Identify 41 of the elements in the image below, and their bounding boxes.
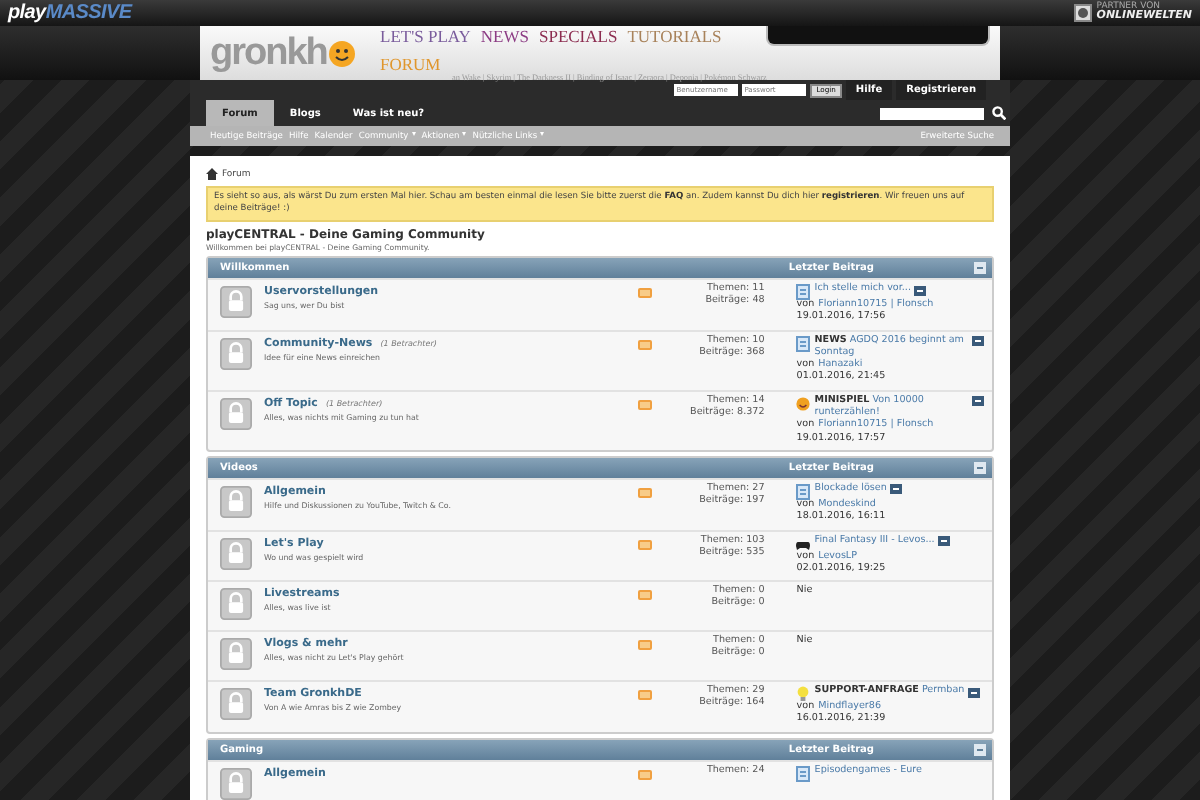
rss-icon bbox=[638, 539, 653, 550]
lock-icon bbox=[220, 537, 252, 570]
rss-icon bbox=[638, 288, 653, 298]
nav-link[interactable]: LET'S PLAY bbox=[380, 28, 471, 46]
collapse-icon bbox=[974, 461, 986, 474]
light-bulb-icon bbox=[796, 686, 811, 703]
lock-icon bbox=[220, 588, 252, 621]
go-to-post-icon bbox=[890, 484, 903, 495]
home-icon bbox=[206, 168, 218, 180]
search-icon bbox=[992, 106, 1006, 120]
collapse-icon bbox=[974, 262, 986, 274]
lock-icon bbox=[220, 286, 252, 318]
rss-icon bbox=[638, 769, 653, 780]
document-icon bbox=[796, 483, 811, 500]
document-icon bbox=[796, 765, 811, 782]
rss-icon bbox=[638, 339, 653, 350]
document-icon bbox=[796, 284, 811, 300]
smiley-icon bbox=[796, 395, 811, 412]
nav-link[interactable]: SPECIALS bbox=[538, 28, 618, 46]
lock-icon bbox=[220, 337, 252, 370]
search-field[interactable] bbox=[880, 107, 984, 119]
rss-icon bbox=[638, 690, 653, 701]
nav-link[interactable]: TUTORIALS bbox=[627, 28, 722, 46]
lock-icon bbox=[220, 485, 252, 518]
rss-icon bbox=[638, 590, 653, 601]
lock-icon bbox=[220, 638, 252, 671]
smiley-icon bbox=[328, 39, 357, 67]
rss-icon bbox=[638, 640, 653, 651]
document-icon bbox=[796, 335, 811, 352]
go-to-post-icon bbox=[972, 396, 984, 407]
brand-logo[interactable]: playMASSIVE bbox=[8, 2, 132, 24]
collapse-icon bbox=[974, 743, 986, 756]
go-to-post-icon bbox=[938, 536, 951, 547]
go-to-post-icon bbox=[968, 687, 981, 698]
rss-icon bbox=[638, 487, 653, 498]
go-to-post-icon bbox=[914, 285, 927, 295]
rss-icon bbox=[638, 399, 653, 410]
go-to-post-icon bbox=[972, 336, 984, 347]
lock-icon bbox=[220, 397, 252, 430]
lock-icon bbox=[220, 688, 252, 721]
nav-link[interactable]: NEWS bbox=[480, 28, 529, 46]
